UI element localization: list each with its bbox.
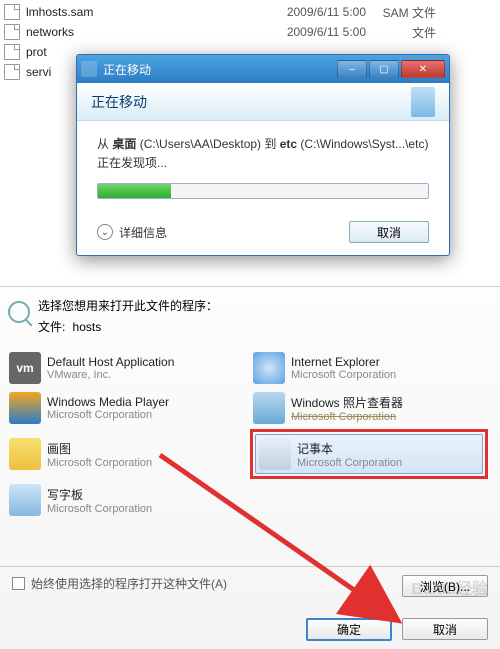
program-windows-media-player[interactable]: Windows Media PlayerMicrosoft Corporatio… <box>6 389 244 427</box>
open-with-header: 选择您想用来打开此文件的程序： 文件: hosts <box>0 287 500 343</box>
photo-viewer-icon <box>253 392 285 424</box>
dialog-footer: ⌄ 详细信息 取消 <box>77 213 449 255</box>
program-windows-photo-viewer[interactable]: Windows 照片查看器Microsoft Corporation <box>250 389 488 427</box>
minimize-button[interactable]: – <box>337 60 367 78</box>
watermark: Baidu经验 <box>412 575 488 599</box>
file-icon <box>4 24 20 40</box>
highlight-frame: 记事本Microsoft Corporation <box>250 429 488 479</box>
dialog-banner: 正在移动 <box>77 83 449 121</box>
program-default-host-application[interactable]: vm Default Host ApplicationVMware, Inc. <box>6 349 244 387</box>
banner-text: 正在移动 <box>91 92 147 112</box>
file-type: 文件 <box>376 24 436 41</box>
details-label: 详细信息 <box>119 224 167 241</box>
always-use-checkbox[interactable] <box>12 577 25 590</box>
details-toggle[interactable]: ⌄ 详细信息 <box>97 224 167 241</box>
open-with-file: 文件: hosts <box>38 318 218 335</box>
wmp-icon <box>9 392 41 424</box>
file-date: 2009/6/11 5:00 <box>256 5 366 19</box>
file-icon <box>4 44 20 60</box>
move-path-text: 从 桌面 (C:\Users\AA\Desktop) 到 etc (C:\Win… <box>97 135 429 152</box>
program-notepad[interactable]: 记事本Microsoft Corporation <box>255 434 483 474</box>
dialog-body: 从 桌面 (C:\Users\AA\Desktop) 到 etc (C:\Win… <box>77 121 449 213</box>
titlebar[interactable]: 正在移动 – ▢ ✕ <box>77 55 449 83</box>
file-name: lmhosts.sam <box>26 5 256 19</box>
program-grid: vm Default Host ApplicationVMware, Inc. … <box>0 343 500 523</box>
file-type: SAM 文件 <box>376 4 436 21</box>
close-button[interactable]: ✕ <box>401 60 445 78</box>
program-paint[interactable]: 画图Microsoft Corporation <box>6 429 244 479</box>
file-icon <box>4 64 20 80</box>
paint-icon <box>9 438 41 470</box>
vmware-icon: vm <box>9 352 41 384</box>
move-dialog: 正在移动 – ▢ ✕ 正在移动 从 桌面 (C:\Users\AA\Deskto… <box>76 54 450 256</box>
wordpad-icon <box>9 484 41 516</box>
file-name: networks <box>26 25 256 39</box>
progress-fill <box>98 184 171 198</box>
ok-button[interactable]: 确定 <box>306 618 392 641</box>
dialog-icon <box>81 61 97 77</box>
file-date: 2009/6/11 5:00 <box>256 25 366 39</box>
cancel-button[interactable]: 取消 <box>402 618 488 640</box>
cancel-button[interactable]: 取消 <box>349 221 429 243</box>
banner-graphic <box>411 87 435 117</box>
open-with-prompt: 选择您想用来打开此文件的程序： <box>38 297 218 314</box>
ie-icon <box>253 352 285 384</box>
notepad-icon <box>259 438 291 470</box>
progress-bar <box>97 183 429 199</box>
discovering-text: 正在发现项... <box>97 154 429 171</box>
dialog-title: 正在移动 <box>103 61 335 78</box>
file-row[interactable]: lmhosts.sam 2009/6/11 5:00 SAM 文件 <box>4 2 496 22</box>
file-icon <box>4 4 20 20</box>
always-use-label: 始终使用选择的程序打开这种文件(A) <box>31 575 227 592</box>
search-icon <box>8 301 30 323</box>
program-wordpad[interactable]: 写字板Microsoft Corporation <box>6 481 244 519</box>
file-row[interactable]: networks 2009/6/11 5:00 文件 <box>4 22 496 42</box>
program-internet-explorer[interactable]: Internet ExplorerMicrosoft Corporation <box>250 349 488 387</box>
chevron-down-icon: ⌄ <box>97 224 113 240</box>
maximize-button[interactable]: ▢ <box>369 60 399 78</box>
